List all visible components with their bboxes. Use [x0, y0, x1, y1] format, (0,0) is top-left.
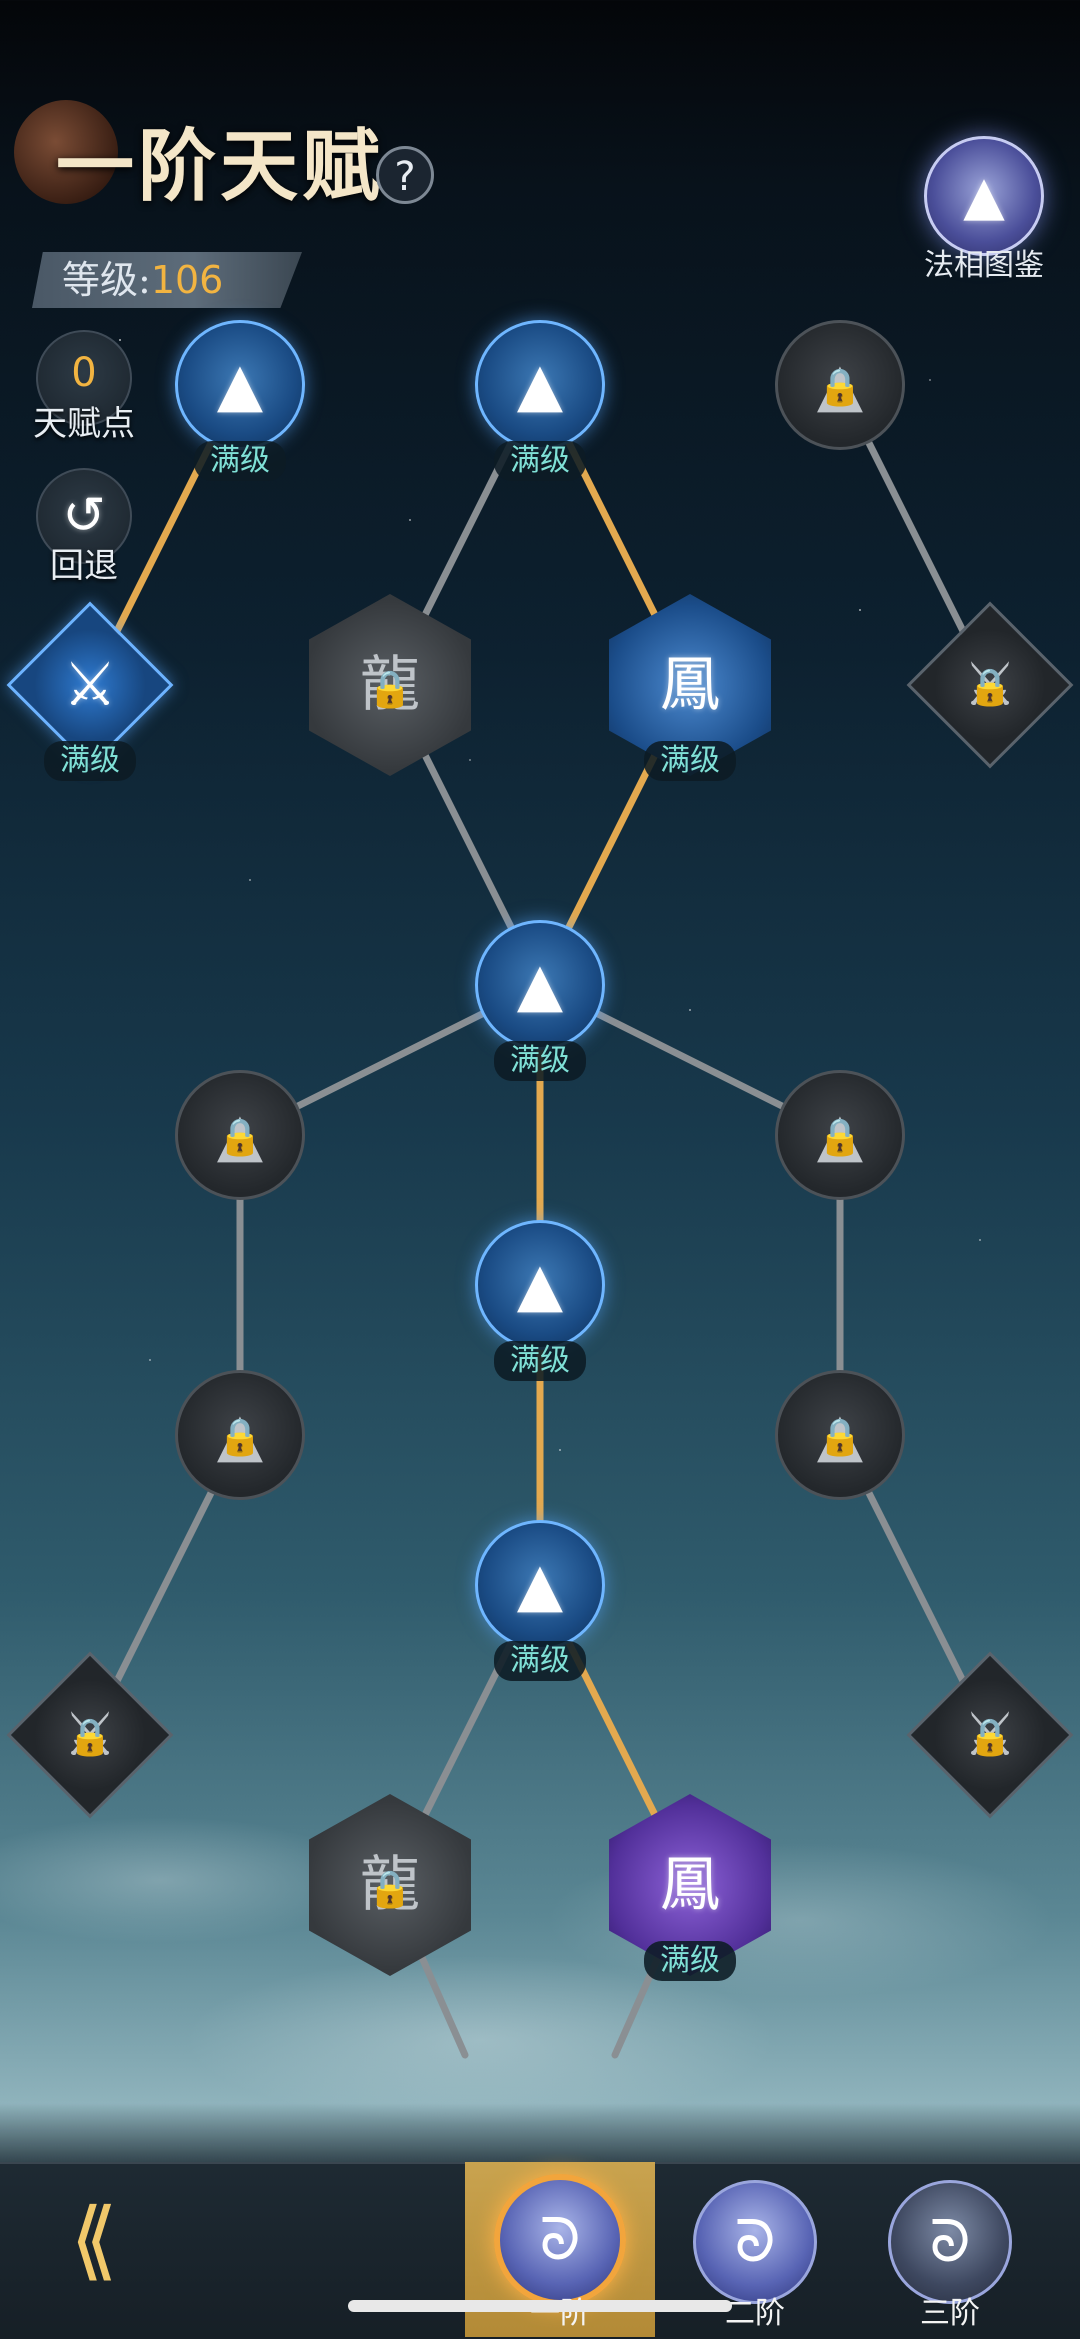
lock-icon: 🔒 — [817, 1417, 863, 1459]
talent-node-stupa-locked[interactable]: ▲ 🔒 — [775, 1370, 905, 1500]
sword-icon: ⚔ — [63, 650, 117, 720]
tab-label: 三阶 — [920, 2296, 980, 2331]
level-value: 106 — [150, 258, 224, 302]
lock-icon: 🔒 — [367, 668, 413, 710]
lock-icon: 🔒 — [817, 1117, 863, 1159]
buddha-icon: ▲ — [963, 164, 1005, 227]
lock-icon: 🔒 — [967, 667, 1013, 709]
flame-icon: ᘐ — [539, 2205, 581, 2274]
talent-node-stupa-1[interactable]: ▲ — [175, 320, 305, 450]
flame-icon: ᘐ — [734, 2207, 776, 2276]
talent-node-stupa-locked[interactable]: ▲ 🔒 — [775, 320, 905, 450]
talent-node-sword-locked[interactable]: ⚔ 🔒 — [906, 601, 1074, 769]
lock-icon: 🔒 — [217, 1117, 263, 1159]
talent-node-sword-locked[interactable]: ⚔ 🔒 — [906, 1651, 1074, 1819]
level-display: 等级:106 — [62, 258, 223, 302]
stupa-icon: ▲ — [516, 1550, 564, 1620]
back-arrow-icon[interactable]: ⟪ — [44, 2190, 144, 2290]
maxed-badge: 满级 — [644, 741, 736, 781]
stupa-icon: ▲ — [216, 350, 264, 420]
level-label: 等级: — [62, 258, 151, 302]
talent-node-sword[interactable]: ⚔ — [6, 601, 174, 769]
undo-label: 回退 — [50, 546, 118, 586]
maxed-badge: 满级 — [44, 741, 136, 781]
phoenix-icon: 鳳 — [660, 650, 720, 720]
maxed-badge: 满级 — [494, 1641, 586, 1681]
flame-orb-icon: ᘐ — [693, 2180, 817, 2304]
talent-points-value: 0 — [71, 350, 97, 396]
talent-node-stupa-5[interactable]: ▲ — [475, 1520, 605, 1650]
stupa-icon: ▲ — [516, 950, 564, 1020]
talent-node-stupa-3[interactable]: ▲ — [475, 920, 605, 1050]
stupa-icon: ▲ — [516, 1250, 564, 1320]
maxed-badge: 满级 — [194, 441, 286, 481]
lock-icon: 🔒 — [217, 1417, 263, 1459]
help-icon[interactable]: ? — [376, 146, 434, 204]
flame-icon: ᘐ — [929, 2207, 971, 2276]
home-indicator[interactable] — [348, 2300, 732, 2312]
talent-node-stupa-4[interactable]: ▲ — [475, 1220, 605, 1350]
stupa-icon: ▲ — [516, 350, 564, 420]
talent-node-stupa-locked[interactable]: ▲ 🔒 — [175, 1070, 305, 1200]
maxed-badge: 满级 — [494, 441, 586, 481]
talent-points-label: 天赋点 — [33, 404, 135, 444]
flame-orb-icon: ᘐ — [494, 2174, 626, 2306]
lock-icon: 🔒 — [817, 367, 863, 409]
flame-orb-locked-icon: ᘐ — [888, 2180, 1012, 2304]
maxed-badge: 满级 — [644, 1941, 736, 1981]
lock-icon: 🔒 — [67, 1717, 113, 1759]
maxed-badge: 满级 — [494, 1041, 586, 1081]
talent-node-stupa-2[interactable]: ▲ — [475, 320, 605, 450]
dharma-atlas-button[interactable]: ▲ — [924, 136, 1044, 256]
undo-icon: ↺ — [62, 486, 106, 546]
dharma-atlas-label: 法相图鉴 — [924, 248, 1044, 283]
talent-node-stupa-locked[interactable]: ▲ 🔒 — [175, 1370, 305, 1500]
lock-icon: 🔒 — [367, 1868, 413, 1910]
page-title: 一阶天赋 — [56, 121, 385, 212]
maxed-badge: 满级 — [494, 1341, 586, 1381]
lock-icon: 🔒 — [967, 1717, 1013, 1759]
talent-node-stupa-locked[interactable]: ▲ 🔒 — [775, 1070, 905, 1200]
talent-node-sword-locked[interactable]: ⚔ 🔒 — [6, 1651, 174, 1819]
phoenix-icon: 鳳 — [660, 1850, 720, 1920]
tab-tier-3[interactable]: ᘐ 三阶 — [855, 2162, 1045, 2337]
